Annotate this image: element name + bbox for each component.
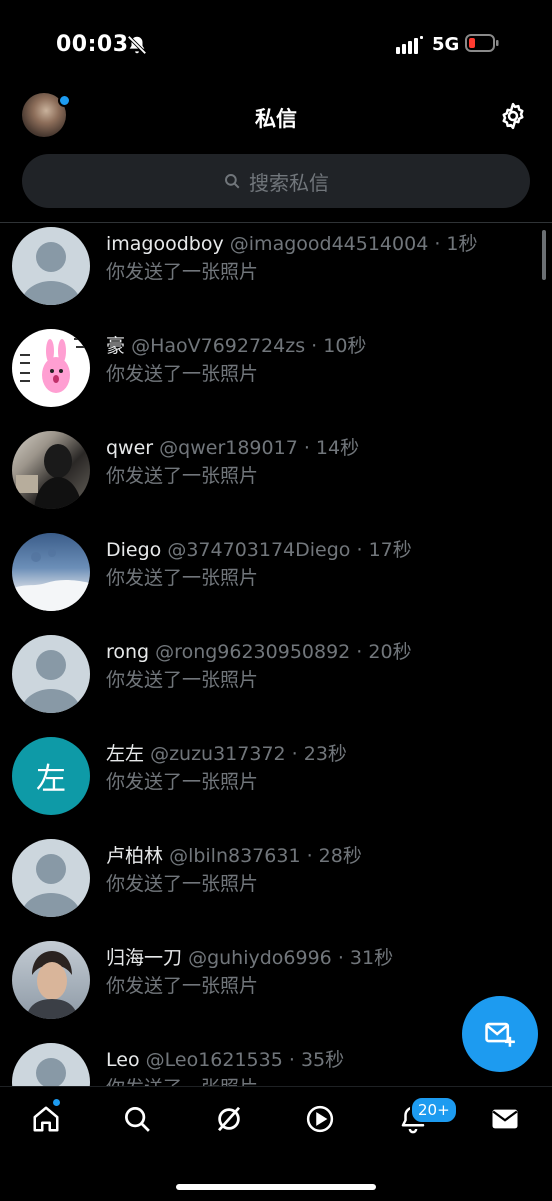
network-type: 5G <box>432 34 460 55</box>
conversation-time: 14秒 <box>315 437 360 459</box>
tab-grok[interactable] <box>209 1099 249 1139</box>
tab-search[interactable] <box>117 1099 157 1139</box>
conversation-time: 35秒 <box>300 1049 345 1071</box>
photo-avatar[interactable] <box>12 431 90 509</box>
page-title: 私信 <box>255 107 297 131</box>
search-placeholder: 搜索私信 <box>249 170 329 195</box>
conversation-name: 归海一刀 <box>106 947 183 969</box>
compose-mail-icon <box>485 1022 515 1047</box>
status-time: 00:03 <box>56 32 129 57</box>
conversation-time: 1秒 <box>446 233 478 255</box>
home-notification-dot <box>53 1099 60 1106</box>
conversation-preview: 你发送了一张照片 <box>106 363 259 385</box>
sticker-avatar[interactable] <box>12 329 90 407</box>
conversation-row[interactable]: 豪 @HaoV7692724zs · 10秒 你发送了一张照片 <box>0 327 552 429</box>
status-bar: 00:03 5G <box>0 0 552 90</box>
notification-badge: 20+ <box>410 1096 458 1124</box>
home-indicator <box>176 1184 376 1190</box>
conversation-preview: 你发送了一张照片 <box>106 465 259 487</box>
sky-avatar[interactable] <box>12 533 90 611</box>
app-header: 私信 <box>0 90 552 146</box>
scrollbar[interactable] <box>542 230 546 280</box>
conversation-name: 卢柏林 <box>106 845 164 867</box>
conversation-name: rong <box>106 641 150 663</box>
conversation-time: 10秒 <box>323 335 367 357</box>
conversation-preview: 你发送了一张照片 <box>106 1073 258 1086</box>
battery-icon <box>465 34 499 52</box>
conversation-handle: @qwer189017 <box>159 437 298 459</box>
conversation-handle: @guhiydo6996 <box>188 947 332 969</box>
conversation-preview: 你发送了一张照片 <box>106 669 259 691</box>
default-avatar[interactable] <box>12 1043 90 1086</box>
conversation-preview: 你发送了一张照片 <box>106 261 259 283</box>
conversation-preview: 你发送了一张照片 <box>106 873 259 895</box>
conversation-time: 17秒 <box>368 539 412 561</box>
default-avatar[interactable] <box>12 839 90 917</box>
search-icon <box>225 174 240 189</box>
search-input[interactable]: 搜索私信 <box>22 154 530 208</box>
search-icon <box>125 1107 150 1132</box>
new-message-button[interactable] <box>462 996 538 1072</box>
conversation-row[interactable]: 卢柏林 @lbiln837631 · 28秒 你发送了一张照片 <box>0 837 552 939</box>
tab-video[interactable] <box>300 1099 340 1139</box>
settings-gear-icon[interactable] <box>498 101 528 131</box>
conversation-preview: 你发送了一张照片 <box>106 975 259 997</box>
conversation-row[interactable]: qwer @qwer189017 · 14秒 你发送了一张照片 <box>0 429 552 531</box>
conversation-name: 左左 <box>106 743 145 765</box>
mail-icon <box>492 1109 518 1129</box>
grok-icon <box>217 1106 241 1132</box>
default-avatar[interactable] <box>12 635 90 713</box>
conversation-preview: 你发送了一张照片 <box>106 567 259 589</box>
conversation-time: 20秒 <box>368 641 412 663</box>
tab-home[interactable] <box>26 1099 66 1139</box>
conversation-name: Diego <box>106 539 162 561</box>
bell-muted-icon <box>127 35 147 55</box>
conversation-name: imagoodboy <box>106 233 224 255</box>
signal-icon <box>396 36 423 54</box>
conversation-name: 豪 <box>106 335 126 357</box>
conversation-list[interactable]: imagoodboy @imagood44514004 · 1秒 你发送了一张照… <box>0 223 552 1086</box>
portrait-avatar[interactable] <box>12 941 90 1019</box>
conversation-time: 31秒 <box>349 947 394 969</box>
conversation-time: 23秒 <box>303 743 347 765</box>
letter-avatar[interactable]: 左 <box>12 737 90 815</box>
conversation-time: 28秒 <box>318 845 362 867</box>
conversation-handle: @HaoV7692724zs <box>131 335 306 357</box>
conversation-handle: @lbiln837631 <box>169 845 301 867</box>
conversation-handle: @zuzu317372 <box>150 743 286 765</box>
conversation-row[interactable]: imagoodboy @imagood44514004 · 1秒 你发送了一张照… <box>0 225 552 327</box>
conversation-preview: 你发送了一张照片 <box>106 771 259 793</box>
conversation-name: Leo <box>106 1049 140 1071</box>
play-icon <box>306 1105 334 1133</box>
conversation-row[interactable]: rong @rong96230950892 · 20秒 你发送了一张照片 <box>0 633 552 735</box>
conversation-row[interactable]: Diego @374703174Diego · 17秒 你发送了一张照片 <box>0 531 552 633</box>
conversation-name: qwer <box>106 437 154 459</box>
conversation-handle: @imagood44514004 <box>229 233 429 255</box>
conversation-handle: @rong96230950892 <box>155 641 351 663</box>
conversation-row[interactable]: 左 左左 @zuzu317372 · 23秒 你发送了一张照片 <box>0 735 552 837</box>
default-avatar[interactable] <box>12 227 90 305</box>
tab-messages[interactable] <box>485 1099 525 1139</box>
home-icon <box>33 1106 59 1132</box>
conversation-handle: @Leo1621535 <box>145 1049 283 1071</box>
conversation-handle: @374703174Diego <box>167 539 351 561</box>
